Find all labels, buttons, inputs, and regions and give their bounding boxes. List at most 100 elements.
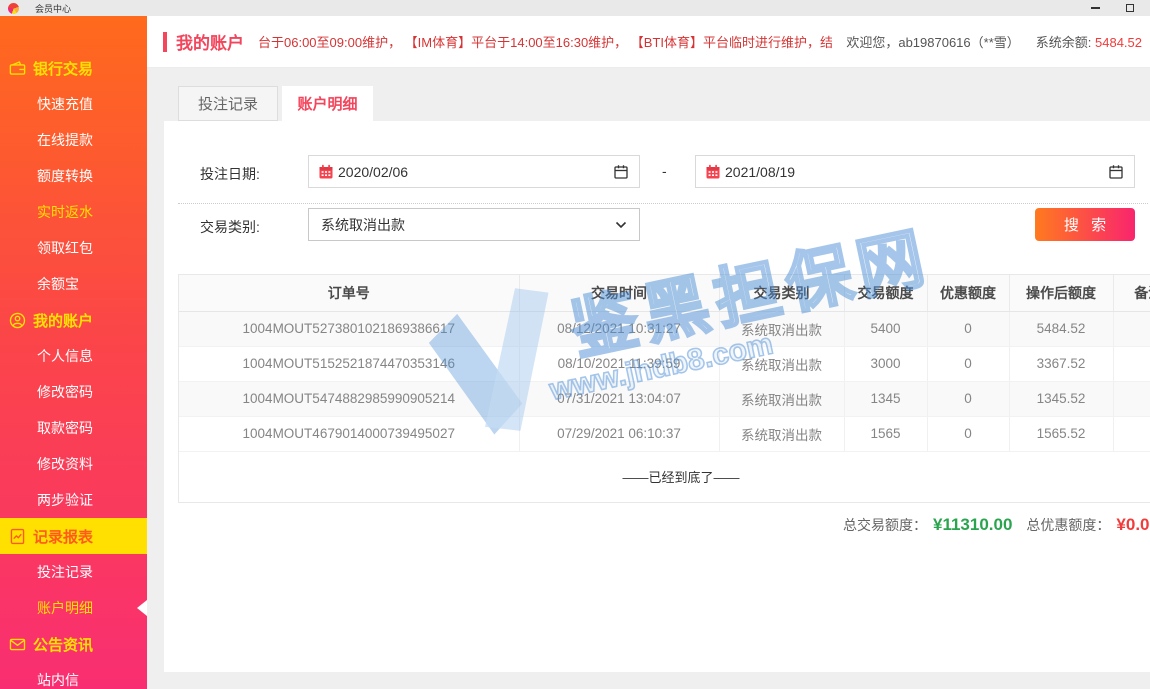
table-cell: 0 (927, 346, 1009, 381)
sidebar-item-two-step-verification[interactable]: 两步验证 (0, 482, 147, 518)
transaction-type-select[interactable]: 系统取消出款 (308, 208, 640, 241)
main-area: 我的账户 台于06:00至09:00维护， 【IM体育】平台于14:00至16:… (147, 16, 1150, 689)
sidebar-item-label: 两步验证 (37, 492, 93, 508)
table-cell: 1345.52 (1009, 381, 1113, 416)
sidebar-item-yuebao[interactable]: 余额宝 (0, 266, 147, 302)
table-cell: 0 (927, 416, 1009, 451)
table-cell: 07/29/2021 06:10:37 (519, 416, 719, 451)
sidebar-item-quota-transfer[interactable]: 额度转换 (0, 158, 147, 194)
total-discount-label: 总优惠额度： (1026, 517, 1110, 533)
divider (178, 203, 1148, 204)
sidebar-item-withdrawal-password[interactable]: 取款密码 (0, 410, 147, 446)
tab-betting-records[interactable]: 投注记录 (178, 86, 278, 121)
transaction-type-label: 交易类别: (200, 217, 260, 237)
sidebar: 银行交易快速充值在线提款额度转换实时返水领取红包余额宝我的账户个人信息修改密码取… (0, 16, 147, 689)
table-cell (1113, 416, 1150, 451)
tab-account-details[interactable]: 账户明细 (282, 86, 373, 121)
sidebar-item-realtime-rebate[interactable]: 实时返水 (0, 194, 147, 230)
table-cell: 系统取消出款 (719, 311, 844, 346)
sidebar-item-betting-records[interactable]: 投注记录 (0, 554, 147, 590)
content-card: 投注日期: 2020/02/06 - 2021/08/19 交易类别: 系统取消… (164, 121, 1150, 672)
search-button[interactable]: 搜 索 (1035, 208, 1135, 241)
sidebar-item-label: 实时返水 (37, 204, 93, 220)
table-cell: 1345 (844, 381, 927, 416)
datepicker-icon[interactable] (1108, 164, 1124, 180)
balance-value: 5484.52 (1095, 35, 1142, 50)
sidebar-item-bank-transactions[interactable]: 银行交易 (0, 50, 147, 86)
table-cell: 07/31/2021 13:04:07 (519, 381, 719, 416)
table-cell: 0 (927, 311, 1009, 346)
table-cell: 1004MOUT4679014000739495027 (179, 416, 519, 451)
sidebar-item-personal-info[interactable]: 个人信息 (0, 338, 147, 374)
sidebar-item-account-details[interactable]: 账户明细 (0, 590, 147, 626)
table-cell: 1004MOUT5273801021869386617 (179, 311, 519, 346)
sidebar-item-label: 账户明细 (37, 600, 93, 616)
sidebar-item-claim-redpacket[interactable]: 领取红包 (0, 230, 147, 266)
window-title: 会员中心 (35, 2, 71, 15)
date-to-input[interactable]: 2021/08/19 (695, 155, 1135, 188)
system-balance: 系统余额: 5484.52 (1036, 32, 1142, 51)
sidebar-item-quick-deposit[interactable]: 快速充值 (0, 86, 147, 122)
table-cell: 系统取消出款 (719, 416, 844, 451)
table-cell: 系统取消出款 (719, 346, 844, 381)
mail-icon (9, 636, 26, 653)
user-icon (9, 312, 26, 329)
page-title: 我的账户 (176, 29, 244, 54)
minimize-button[interactable] (1091, 7, 1100, 9)
table-cell: 5484.52 (1009, 311, 1113, 346)
sidebar-item-label: 记录报表 (33, 526, 93, 547)
sidebar-item-label: 修改密码 (37, 384, 93, 400)
table-cell: 1004MOUT5474882985990905214 (179, 381, 519, 416)
table-cell: 0 (927, 381, 1009, 416)
table-row: 1004MOUT527380102186938661708/12/2021 10… (179, 311, 1150, 346)
title-accent-bar (163, 32, 167, 52)
table-cell: 3000 (844, 346, 927, 381)
column-header: 备注 (1113, 275, 1150, 311)
column-header: 交易额度 (844, 275, 927, 311)
datepicker-icon[interactable] (613, 164, 629, 180)
sidebar-item-label: 余额宝 (37, 276, 79, 292)
sidebar-item-change-password[interactable]: 修改密码 (0, 374, 147, 410)
sidebar-item-records-report[interactable]: 记录报表 (0, 518, 147, 554)
date-filter-label: 投注日期: (200, 164, 260, 184)
date-from-input[interactable]: 2020/02/06 (308, 155, 640, 188)
end-of-list-message: ——已经到底了—— (179, 452, 1150, 502)
transactions-table: 订单号交易时间交易类别交易额度优惠额度操作后额度备注 1004MOUT52738… (178, 274, 1150, 503)
window-titlebar: 会员中心 (0, 0, 1150, 16)
wallet-icon (9, 60, 26, 77)
column-header: 优惠额度 (927, 275, 1009, 311)
column-header: 操作后额度 (1009, 275, 1113, 311)
sidebar-item-label: 额度转换 (37, 168, 93, 184)
sidebar-item-online-withdrawal[interactable]: 在线提款 (0, 122, 147, 158)
totals: 总交易额度：¥11310.00总优惠额度：¥0.00 (843, 515, 1150, 535)
total-amount-value: ¥11310.00 (933, 515, 1012, 534)
sidebar-item-label: 银行交易 (33, 58, 93, 79)
total-discount-value: ¥0.00 (1116, 515, 1150, 534)
sidebar-item-label: 我的账户 (33, 310, 93, 331)
sidebar-item-label: 修改资料 (37, 456, 93, 472)
table-cell: 08/12/2021 10:31:27 (519, 311, 719, 346)
sidebar-item-edit-profile[interactable]: 修改资料 (0, 446, 147, 482)
sidebar-item-my-account[interactable]: 我的账户 (0, 302, 147, 338)
sidebar-menu: 银行交易快速充值在线提款额度转换实时返水领取红包余额宝我的账户个人信息修改密码取… (0, 16, 147, 689)
column-header: 交易类别 (719, 275, 844, 311)
maximize-button[interactable] (1126, 4, 1134, 12)
sidebar-item-label: 快速充值 (37, 96, 93, 112)
table-cell: 1565 (844, 416, 927, 451)
calendar-icon (705, 164, 721, 180)
window-controls (1091, 4, 1134, 12)
calendar-icon (318, 164, 334, 180)
table-cell (1113, 381, 1150, 416)
date-range-separator: - (662, 163, 667, 179)
sidebar-item-site-mail[interactable]: 站内信 (0, 662, 147, 689)
sidebar-item-label: 公告资讯 (33, 634, 93, 655)
tabs: 投注记录账户明细 (178, 86, 373, 121)
table-cell: 1004MOUT5152521874470353146 (179, 346, 519, 381)
column-header: 订单号 (179, 275, 519, 311)
table-header-row: 订单号交易时间交易类别交易额度优惠额度操作后额度备注 (179, 275, 1150, 311)
date-to-value: 2021/08/19 (725, 164, 795, 180)
sidebar-item-announcements[interactable]: 公告资讯 (0, 626, 147, 662)
sidebar-item-label: 个人信息 (37, 348, 93, 364)
table-cell: 5400 (844, 311, 927, 346)
table-body: 1004MOUT527380102186938661708/12/2021 10… (179, 311, 1150, 451)
